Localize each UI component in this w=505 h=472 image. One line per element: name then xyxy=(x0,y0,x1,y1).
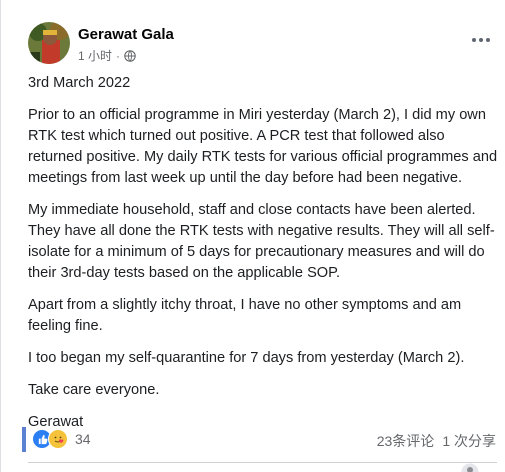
post-meta: 1 小时 · xyxy=(78,47,136,64)
engagement-stats: 23条评论 1 次分享 xyxy=(377,431,496,451)
divider xyxy=(28,462,497,463)
post-paragraph: 3rd March 2022 xyxy=(28,75,131,91)
more-options-icon[interactable] xyxy=(464,28,498,52)
post-paragraph: Apart from a slightly itchy throat, I ha… xyxy=(28,297,462,334)
author-name[interactable]: Gerawat Gala xyxy=(78,26,174,43)
meta-separator: · xyxy=(116,48,121,63)
reactions-bar: 34 23条评论 1 次分享 xyxy=(0,424,505,452)
reaction-accent xyxy=(22,427,26,452)
care-icon xyxy=(48,429,68,449)
profile-icon[interactable] xyxy=(461,463,479,472)
shares-count[interactable]: 1 次分享 xyxy=(442,431,496,451)
avatar[interactable] xyxy=(28,22,70,64)
comments-count[interactable]: 23条评论 xyxy=(377,431,435,451)
reaction-count[interactable]: 34 xyxy=(75,431,91,447)
reaction-icons[interactable] xyxy=(32,429,68,449)
globe-icon xyxy=(124,49,136,62)
post-paragraph: Take care everyone. xyxy=(28,382,160,398)
post-paragraph: Prior to an official programme in Miri y… xyxy=(28,107,498,186)
left-border xyxy=(0,0,1,472)
post-body: 3rd March 2022 Prior to an official prog… xyxy=(28,73,498,444)
post-paragraph: My immediate household, staff and close … xyxy=(28,202,495,281)
post-paragraph: I too began my self-quarantine for 7 day… xyxy=(28,350,465,366)
post-header: Gerawat Gala 1 小时 · xyxy=(28,22,498,66)
post-time[interactable]: 1 小时 xyxy=(78,47,112,64)
post-card: Gerawat Gala 1 小时 · 3rd March 2022 Prior… xyxy=(0,0,505,472)
